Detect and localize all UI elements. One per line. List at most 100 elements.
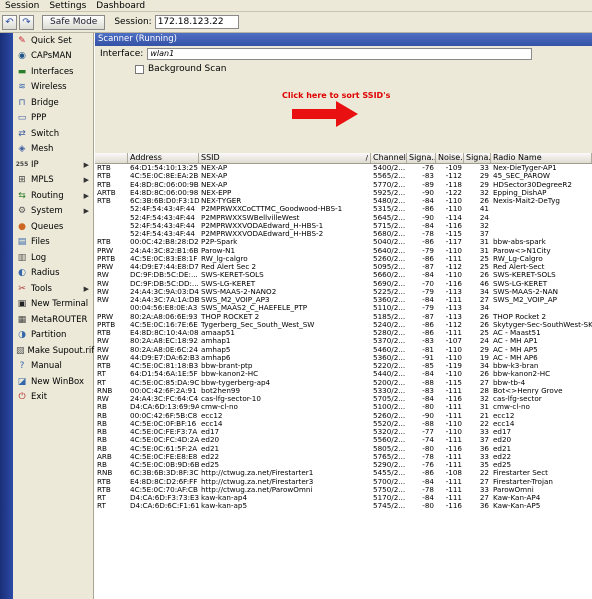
table-row[interactable]: RB 4C:5E:0C:0F:BF:16 ecc14 5520/2... -88 -110…: [95, 420, 592, 428]
table-row[interactable]: RTB 6C:3B:6B:D0:F3:1D NEX-TYGER 5480/2... -8…: [95, 197, 592, 205]
table-row[interactable]: RB 4C:5E:0C:0B:9D:6B ed25 5290/2... -76 -111 3…: [95, 461, 592, 469]
sidebar-item-log[interactable]: ▥ Log: [13, 250, 93, 266]
sidebar-item-make-supout-rif[interactable]: ▧ Make Supout.rif: [13, 343, 94, 359]
table-row[interactable]: RTB E4:8D:8C:D2:6F:FF http://ctwug.za.net/…: [95, 478, 592, 486]
table-row[interactable]: RW 24:A4:3C:FC:64:C4 cas-lfg-sector-10 5705…: [95, 395, 592, 403]
column-header-signal-strength[interactable]: Signa...: [407, 153, 436, 163]
cell-channel: 5170/2...: [373, 494, 406, 502]
table-row[interactable]: ARB 4C:5E:0C:FE:E8:E8 ed22 5765/2... -78 -111…: [95, 453, 592, 461]
sidebar-item-mesh[interactable]: ◈ Mesh: [13, 142, 93, 158]
sidebar-item-partition[interactable]: ◑ Partition: [13, 328, 93, 344]
table-row[interactable]: RB 00:0C:42:6F:5B:C8 ecc12 5260/2... -90 -111…: [95, 412, 592, 420]
table-row[interactable]: 52:4F:54:43:4F:44 P2MPRWXXCoCTTMC_Goodwoo…: [95, 205, 592, 213]
ip-icon: 255: [15, 161, 29, 169]
cell-radio-name: Nexis-Mait2-DeTyg: [493, 197, 560, 205]
table-row[interactable]: 52:4F:54:43:4F:44 P2MPRWXXVODAEdward_H-HB…: [95, 222, 592, 230]
cell-flags: RTB: [97, 164, 111, 172]
sidebar-item-quick-set[interactable]: ✎ Quick Set: [13, 33, 93, 49]
table-row[interactable]: RTB 4C:5E:0C:8E:EA:2B NEX-AP 5565/2... -83 -1…: [95, 172, 592, 180]
table-row[interactable]: RB D4:CA:6D:13:69:9A cmw-cl-no 5100/2... -80…: [95, 403, 592, 411]
table-row[interactable]: RTB 64:D1:54:10:13:25 NEX-AP 5400/2... -76 -1…: [95, 164, 592, 172]
session-field[interactable]: 172.18.123.22: [154, 15, 239, 29]
cell-radio-name: bbw-kanon2-HC: [493, 370, 551, 379]
table-row[interactable]: RTB E4:8D:8C:10:4A:08 amaap51 5280/2... -86 -…: [95, 329, 592, 337]
menu-dashboard[interactable]: Dashboard: [91, 1, 150, 11]
table-row[interactable]: PRTB 4C:5E:0C:16:7E:6E Tygerberg_Sec_South…: [95, 321, 592, 329]
table-row[interactable]: RW 24:A4:3C:7A:1A:DB SWS_M2_VOIP_AP3 5360/2…: [95, 296, 592, 304]
table-row[interactable]: PRW 24:A4:3C:82:B1:6B Parow-N1 5640/2... -79…: [95, 247, 592, 255]
cell-signal-to-noise: 36: [479, 444, 489, 453]
table-row[interactable]: RT 64:D1:54:6A:1E:5F bbw-kanon2-HC 5440/2..…: [95, 370, 592, 378]
table-row[interactable]: RB 4C:5E:0C:FC:4D:2A ed20 5560/2... -74 -111 3…: [95, 436, 592, 444]
column-header-radio-name[interactable]: Radio Name: [491, 153, 592, 163]
table-row[interactable]: RTB 4C:5E:0C:70:AF:CB http://ctwug.za.net/…: [95, 486, 592, 494]
cell-channel: 5750/2...: [373, 485, 406, 494]
table-row[interactable]: 52:4F:54:43:4F:44 P2MPRWXXSWBellvilleWest…: [95, 214, 592, 222]
table-row[interactable]: ARTB E4:8D:8C:06:00:98 NEX-EPP 5925/2... -90…: [95, 189, 592, 197]
table-row[interactable]: 00:04:56:E8:0E:A3 SWS_MAAS2_C_HAEFELE_PTP…: [95, 304, 592, 312]
cell-noise-floor: -111: [445, 477, 462, 486]
sidebar-item-files[interactable]: ▤ Files: [13, 235, 93, 251]
redo-icon[interactable]: ↷: [19, 14, 34, 30]
table-row[interactable]: RW 24:A4:3C:9A:03:D4 SWS-MAAS-2-NANO2 5225/…: [95, 288, 592, 296]
column-header-ssid[interactable]: SSID /: [199, 153, 371, 163]
table-row[interactable]: PRW 80:2A:A8:06:6E:93 THOP ROCKET 2 5185/2.…: [95, 313, 592, 321]
cell-radio-name: ed21: [493, 444, 512, 453]
cell-channel: 5280/2...: [373, 329, 406, 337]
table-row[interactable]: RTB E4:8D:8C:06:00:9B NEX-AP 5770/2... -89 -1…: [95, 181, 592, 189]
column-header-noise-floor[interactable]: Noise...: [436, 153, 464, 163]
table-row[interactable]: RB 4C:5E:0C:61:5F:2A ed21 5805/2... -80 -116 3…: [95, 445, 592, 453]
table-row[interactable]: RW 80:2A:A8:EC:18:92 amhap1 5370/2... -83 -10…: [95, 337, 592, 345]
table-row[interactable]: RW DC:9F:DB:5C:DD:... SWS-LG-KERET 5690/2..…: [95, 280, 592, 288]
sidebar-item-new-winbox[interactable]: ◪ New WinBox: [13, 374, 93, 390]
safe-mode-button[interactable]: Safe Mode: [42, 14, 106, 30]
table-row[interactable]: RTB 4C:5E:0C:81:18:B3 bbw-brant-ptp 5220/2.…: [95, 362, 592, 370]
sidebar-item-switch[interactable]: ⇄ Switch: [13, 126, 93, 142]
interface-select[interactable]: wlan1: [147, 48, 533, 60]
menu-settings[interactable]: Settings: [44, 1, 91, 11]
table-row[interactable]: RB 4C:5E:0C:FE:F3:7A ed17 5320/2... -77 -110 3…: [95, 428, 592, 436]
sidebar-item-ppp[interactable]: ▭ PPP: [13, 111, 93, 127]
table-row[interactable]: PRTB 4C:5E:0C:83:E8:1F RW_lg-calgro 5260/2.…: [95, 255, 592, 263]
sidebar-item-interfaces[interactable]: ▬ Interfaces: [13, 64, 93, 80]
sort-annotation: Click here to sort SSID's: [282, 91, 391, 100]
table-row[interactable]: RT D4:CA:6D:6C:F1:61 kaw-kan-ap5 5745/2... -…: [95, 502, 592, 510]
table-row[interactable]: PRW 44:D9:E7:44:E8:D7 Red Alert Sec 2 5095/…: [95, 263, 592, 271]
table-row[interactable]: RNB 00:0C:42:6F:2A:91 bot2hen99 5330/2... -8…: [95, 387, 592, 395]
table-row[interactable]: RTB 00:0C:42:B8:28:D2 P2P-Spark 5040/2... -8…: [95, 238, 592, 246]
table-row[interactable]: RW 44:D9:E7:DA:62:B3 amhap6 5360/2... -91 -11…: [95, 354, 592, 362]
sidebar-item-tools[interactable]: ✂ Tools ▶: [13, 281, 93, 297]
sidebar-item-routing[interactable]: ⇆ Routing ▶: [13, 188, 93, 204]
sidebar-item-system[interactable]: ⚙ System ▶: [13, 204, 93, 220]
undo-icon[interactable]: ↶: [2, 14, 17, 30]
background-scan-checkbox[interactable]: [135, 64, 144, 74]
table-row[interactable]: 52:4F:54:43:4F:44 P2MPRWXXVODAEdward_H-HB…: [95, 230, 592, 238]
sidebar-item-exit[interactable]: ⏻ Exit: [13, 390, 93, 406]
menu-session[interactable]: Session: [0, 1, 44, 11]
cell-channel: 5455/2...: [373, 469, 406, 478]
column-header-flags[interactable]: [95, 153, 128, 163]
column-header-address[interactable]: Address: [128, 153, 199, 163]
column-header-label: Noise...: [438, 153, 463, 162]
table-row[interactable]: RT D4:CA:6D:F3:73:E3 kaw-kan-ap4 5170/2... -…: [95, 494, 592, 502]
cell-radio-name: SWS_M2_VOIP_AP: [493, 296, 557, 304]
table-row[interactable]: RW 80:2A:A8:0E:6C:24 amhap5 5460/2... -81 -11…: [95, 346, 592, 354]
sidebar-item-manual[interactable]: ? Manual: [13, 359, 93, 375]
sidebar-item-new-terminal[interactable]: ▣ New Terminal: [13, 297, 93, 313]
cell-ssid: http://ctwug.za.net/Firestarter1: [201, 469, 314, 478]
sidebar-item-capsman[interactable]: ◉ CAPsMAN: [13, 49, 93, 65]
sidebar-item-ip[interactable]: 255 IP ▶: [13, 157, 93, 173]
sidebar-item-wireless[interactable]: ≋ Wireless: [13, 80, 93, 96]
sidebar-item-bridge[interactable]: ⊓ Bridge: [13, 95, 93, 111]
sidebar-item-radius[interactable]: ◐ Radius: [13, 266, 93, 282]
sidebar-item-mpls[interactable]: ⊞ MPLS ▶: [13, 173, 93, 189]
table-row[interactable]: RT 4C:5E:0C:85:DA:9C bbw-tygerberg-ap4 5200…: [95, 379, 592, 387]
table-row[interactable]: RNB 6C:3B:6B:3D:8F:3C http://ctwug.za.net/…: [95, 469, 592, 477]
sidebar-item-metarouter[interactable]: ▦ MetaROUTER: [13, 312, 93, 328]
column-header-signal-to-noise[interactable]: Signa...: [464, 153, 491, 163]
sidebar-item-queues[interactable]: ● Queues: [13, 219, 93, 235]
cell-address: 6C:3B:6B:3D:8F:3C: [130, 469, 199, 478]
column-header-channel[interactable]: Channel: [371, 153, 407, 163]
table-row[interactable]: RW DC:9F:DB:5C:DE:... SWS-KERET-SOLS 5660/2…: [95, 271, 592, 279]
cell-radio-name: Skytyger-Sec-SouthWest-SKW: [493, 320, 592, 329]
